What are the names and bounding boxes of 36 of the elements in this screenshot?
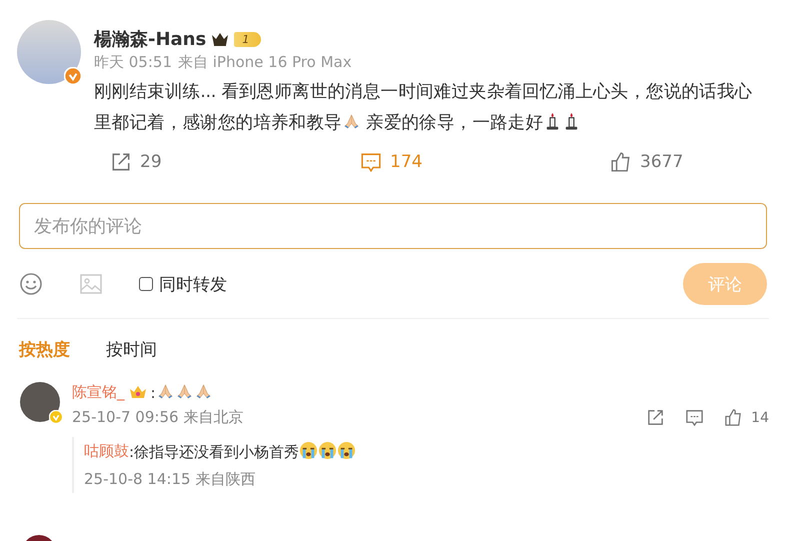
crown-icon	[210, 31, 230, 47]
comment-text: :	[150, 382, 213, 402]
thumbs-up-icon	[610, 151, 632, 173]
action-button[interactable]: 29	[110, 151, 360, 173]
member-level-badge: 1	[234, 32, 262, 46]
praying-hands-icon	[194, 382, 213, 401]
reply-text: :徐指导还没看到小杨首秀	[129, 441, 356, 462]
repost-checkbox[interactable]: 同时转发	[139, 272, 227, 296]
comment-icon[interactable]	[685, 408, 704, 427]
praying-hands-icon	[156, 382, 175, 401]
action-button[interactable]: 3677	[610, 151, 684, 173]
crown-icon	[128, 384, 148, 400]
post-source: 来自 iPhone 16 Pro Max	[178, 53, 352, 72]
replier-name[interactable]: 咕顾鼓	[84, 442, 129, 461]
commenter-name[interactable]: 陈宣铭_	[72, 382, 124, 402]
praying-hands-icon	[342, 112, 361, 131]
comment-meta: 25-10-7 09:56 来自北京	[72, 408, 244, 427]
post-time: 昨天 05:51	[94, 53, 172, 72]
praying-hands-icon	[174, 382, 194, 401]
share-icon[interactable]	[646, 408, 666, 427]
reply-meta: 25-10-8 14:15 来自陕西	[84, 470, 256, 489]
thumbs-up-icon	[724, 408, 744, 427]
crying-face-icon	[318, 441, 338, 460]
share-icon	[110, 151, 132, 173]
author-name[interactable]: 楊瀚森-Hans	[94, 27, 206, 51]
avatar-placeholder[interactable]	[20, 382, 60, 422]
like-button[interactable]: 14	[724, 408, 769, 427]
action-button[interactable]: 174	[360, 151, 610, 173]
comment-input[interactable]: 发布你的评论	[19, 203, 767, 249]
emoji-icon[interactable]	[19, 272, 43, 296]
sort-tab[interactable]: 按热度	[19, 338, 70, 361]
crying-face-icon	[299, 441, 318, 460]
crying-face-icon	[337, 441, 356, 460]
post-text: 刚刚结束训练... 看到恩师离世的消息一时间难过夹杂着回忆涌上心头，您说的话我心里都记着，感谢您的培养和教导 亲爱的徐导，一路走好	[94, 81, 754, 135]
comment-icon	[360, 151, 382, 173]
sort-tab[interactable]: 按时间	[106, 338, 157, 361]
